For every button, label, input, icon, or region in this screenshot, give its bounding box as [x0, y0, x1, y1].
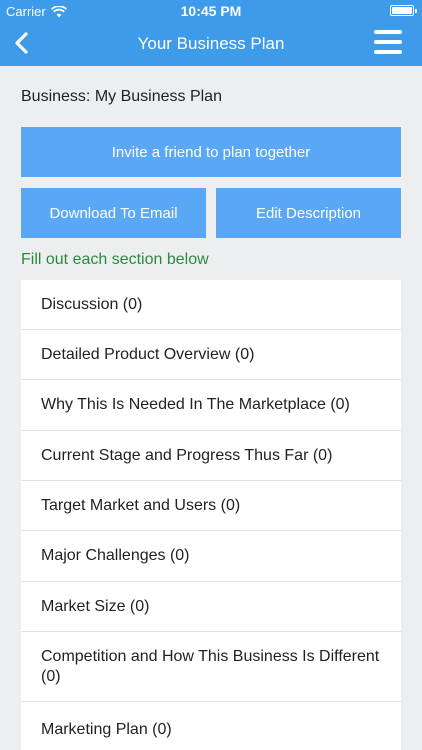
- invite-friend-button[interactable]: Invite a friend to plan together: [21, 127, 401, 177]
- list-item[interactable]: Competition and How This Business Is Dif…: [21, 632, 401, 702]
- status-bar: Carrier 10:45 PM: [0, 0, 422, 22]
- navigation-bar: Carrier 10:45 PM Your Business Plan: [0, 0, 422, 66]
- section-label: Why This Is Needed In The Marketplace (0…: [41, 396, 350, 413]
- hamburger-menu-icon: [374, 30, 402, 34]
- section-label: Marketing Plan (0): [41, 721, 172, 738]
- list-item[interactable]: Major Challenges (0): [21, 531, 401, 582]
- list-item[interactable]: Marketing Plan (0): [21, 702, 401, 750]
- section-hint: Fill out each section below: [21, 251, 209, 268]
- battery-icon: [390, 5, 417, 16]
- main-content: Business: My Business Plan Invite a frie…: [0, 66, 422, 750]
- section-label: Competition and How This Business Is Dif…: [41, 647, 380, 685]
- section-label: Target Market and Users (0): [41, 496, 241, 514]
- section-label: Discussion (0): [41, 295, 143, 313]
- list-item[interactable]: Market Size (0): [21, 582, 401, 632]
- list-item[interactable]: Detailed Product Overview (0): [21, 330, 401, 380]
- section-label: Detailed Product Overview (0): [41, 345, 255, 363]
- download-to-email-button[interactable]: Download To Email: [21, 188, 206, 238]
- list-item[interactable]: Current Stage and Progress Thus Far (0): [21, 431, 401, 481]
- section-label: Major Challenges (0): [41, 547, 190, 564]
- list-item[interactable]: Why This Is Needed In The Marketplace (0…: [21, 380, 401, 431]
- business-name: Business: My Business Plan: [21, 88, 222, 105]
- list-item[interactable]: Discussion (0): [21, 280, 401, 330]
- menu-button[interactable]: [374, 28, 402, 56]
- section-label: Current Stage and Progress Thus Far (0): [41, 446, 333, 464]
- section-label: Market Size (0): [41, 597, 150, 615]
- status-time: 10:45 PM: [180, 3, 242, 19]
- edit-description-button[interactable]: Edit Description: [216, 188, 401, 238]
- page-title: Your Business Plan: [137, 34, 285, 53]
- list-item[interactable]: Target Market and Users (0): [21, 481, 401, 531]
- section-list[interactable]: Discussion (0) Detailed Product Overview…: [21, 280, 401, 750]
